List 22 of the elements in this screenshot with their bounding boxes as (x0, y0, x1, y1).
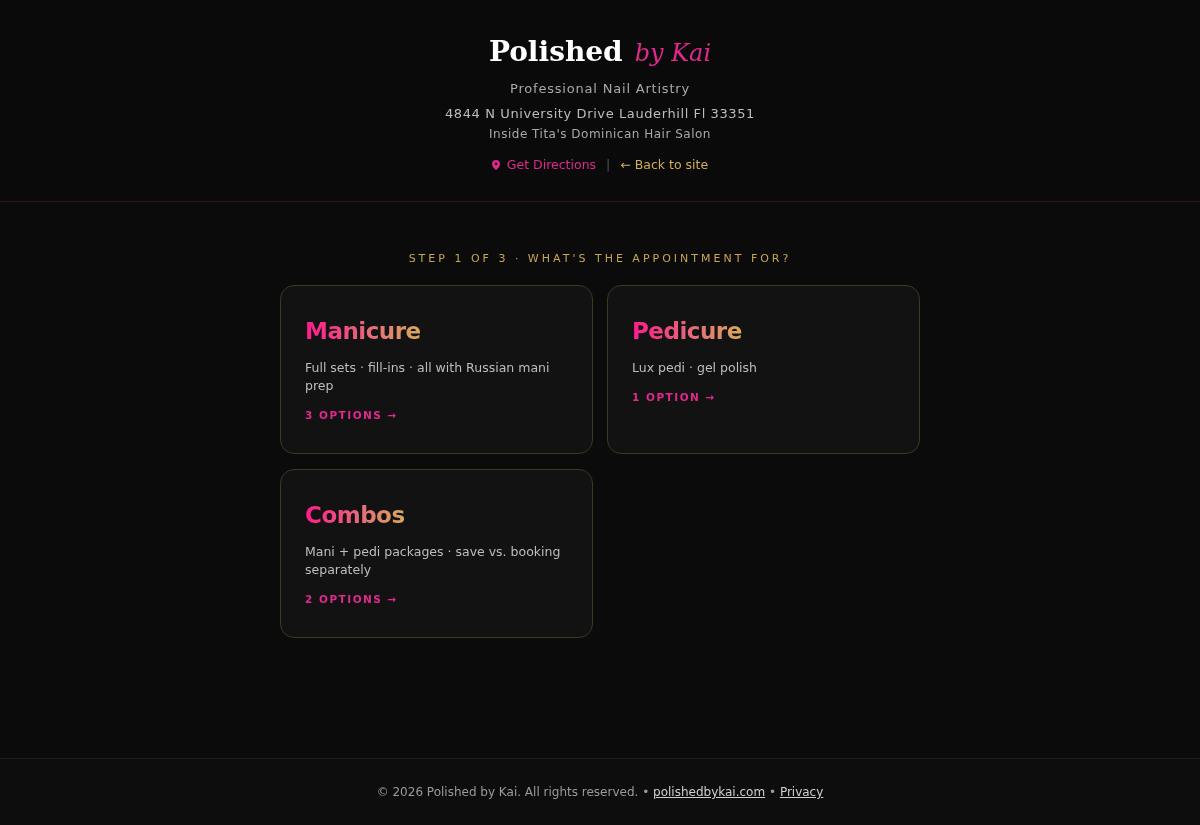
card-description: Full sets · fill-ins · all with Russian mani prep (305, 359, 551, 395)
brand-name: Polished (488, 34, 623, 70)
back-link[interactable]: ← Back to site (620, 156, 709, 174)
category-card[interactable]: Combos Mani + pedi packages · save vs. booking separately 2 OPTIONS → (280, 469, 593, 638)
tagline: Professional Nail Artistry (510, 80, 690, 98)
directions-link[interactable]: Get Directions (491, 156, 597, 174)
link-separator: | (606, 156, 611, 174)
step-label: STEP 1 OF 3 · WHAT'S THE APPOINTMENT FOR? (408, 251, 792, 267)
address: 4844 N University Drive Lauderhill Fl 33351 (445, 105, 755, 123)
card-description: Mani + pedi packages · save vs. booking separately (305, 543, 562, 579)
footer-text: © 2026 Polished by Kai. All rights reserved. • polishedbykai.com • Privacy (376, 784, 824, 801)
options-link[interactable]: 2 OPTIONS → (305, 591, 398, 607)
options-link[interactable]: 1 OPTION → (632, 389, 716, 405)
location-pin-icon (491, 160, 500, 170)
category-card[interactable]: Manicure Full sets · fill-ins · all with Russian mani prep 3 OPTIONS → (280, 285, 593, 454)
footer-link[interactable]: Privacy (779, 785, 824, 799)
brand-script: by Kai (634, 38, 712, 69)
options-link[interactable]: 3 OPTIONS → (305, 407, 398, 423)
category-card[interactable]: Pedicure Lux pedi · gel polish 1 OPTION → (607, 285, 920, 454)
footer-link[interactable]: polishedbykai.com (653, 785, 766, 799)
location-note: Inside Tita's Dominican Hair Salon (489, 126, 711, 143)
card-description: Lux pedi · gel polish (632, 359, 758, 377)
